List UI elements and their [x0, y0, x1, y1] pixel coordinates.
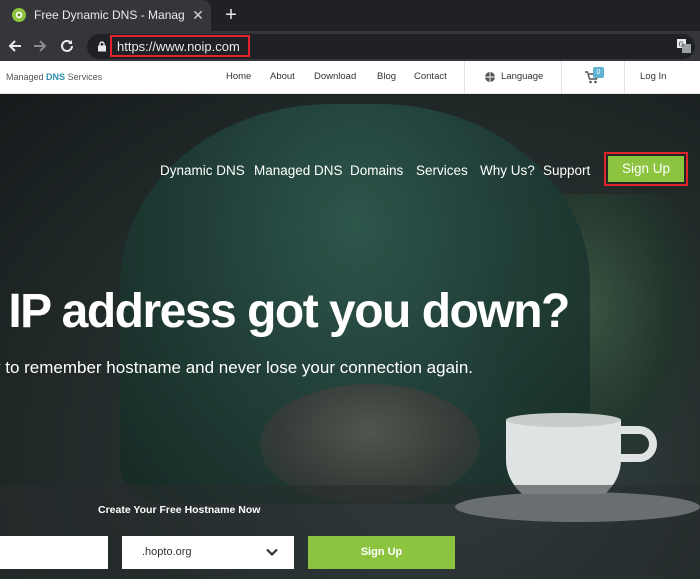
- divider: [561, 61, 562, 94]
- form-signup-button[interactable]: Sign Up: [308, 536, 455, 569]
- hero-nav-why-us[interactable]: Why Us?: [480, 163, 535, 178]
- hero-nav-services[interactable]: Services: [416, 163, 468, 178]
- domain-selected-value: .hopto.org: [142, 546, 192, 558]
- globe-icon: [485, 72, 495, 82]
- signup-highlight-box: Sign Up: [604, 152, 688, 186]
- divider: [464, 61, 465, 94]
- chevron-down-icon: [266, 548, 278, 557]
- brand-highlight: DNS: [46, 72, 66, 82]
- new-tab-button[interactable]: +: [220, 4, 242, 26]
- divider: [624, 61, 625, 94]
- brand-suffix: Services: [67, 72, 103, 82]
- browser-toolbar: https://www.noip.com G: [0, 31, 700, 61]
- language-selector[interactable]: Language: [501, 71, 543, 82]
- tab-title: Free Dynamic DNS - Managed: [34, 8, 184, 22]
- hero-headline: t IP address got you down?: [0, 285, 570, 338]
- top-link-download[interactable]: Download: [314, 71, 356, 82]
- hero-nav-domains[interactable]: Domains: [350, 163, 403, 178]
- browser-tab[interactable]: Free Dynamic DNS - Managed ✕: [0, 0, 211, 31]
- cart-count-badge: 0: [593, 67, 604, 78]
- top-link-blog[interactable]: Blog: [377, 71, 396, 82]
- hostname-form: Create Your Free Hostname Now .hopto.org…: [0, 485, 700, 579]
- tab-bar: Free Dynamic DNS - Managed ✕ +: [0, 0, 700, 31]
- hero-subline: y to remember hostname and never lose yo…: [0, 358, 473, 377]
- top-link-contact[interactable]: Contact: [414, 71, 447, 82]
- top-link-about[interactable]: About: [270, 71, 295, 82]
- url-text[interactable]: https://www.noip.com: [117, 39, 240, 54]
- address-bar[interactable]: https://www.noip.com G: [87, 34, 695, 59]
- domain-select[interactable]: .hopto.org: [122, 536, 294, 569]
- top-link-home[interactable]: Home: [226, 71, 251, 82]
- close-icon[interactable]: ✕: [190, 7, 206, 23]
- forward-icon[interactable]: [30, 36, 50, 56]
- brand-tagline: Managed DNS Services: [6, 72, 102, 82]
- hero-nav-dynamic-dns[interactable]: Dynamic DNS: [160, 163, 245, 178]
- back-icon[interactable]: [5, 36, 25, 56]
- form-label: Create Your Free Hostname Now: [98, 504, 261, 516]
- login-link[interactable]: Log In: [640, 71, 666, 82]
- hero-nav-support[interactable]: Support: [543, 163, 590, 178]
- svg-text:G: G: [679, 41, 684, 49]
- browser-window: Free Dynamic DNS - Managed ✕ + https://w…: [0, 0, 700, 579]
- noip-favicon-icon: [12, 8, 26, 22]
- translate-icon[interactable]: G: [677, 39, 691, 53]
- lock-icon: [98, 41, 106, 52]
- url-highlight-box: https://www.noip.com: [110, 35, 250, 57]
- site-top-bar: Managed DNS Services Home About Download…: [0, 61, 700, 94]
- reload-icon[interactable]: [57, 36, 77, 56]
- signup-button[interactable]: Sign Up: [608, 156, 684, 182]
- coffee-cup-image: [506, 413, 657, 494]
- hostname-input[interactable]: [0, 536, 108, 569]
- hero-nav-managed-dns[interactable]: Managed DNS: [254, 163, 343, 178]
- hero-section: Dynamic DNS Managed DNS Domains Services…: [0, 94, 700, 579]
- brand-prefix: Managed: [6, 72, 44, 82]
